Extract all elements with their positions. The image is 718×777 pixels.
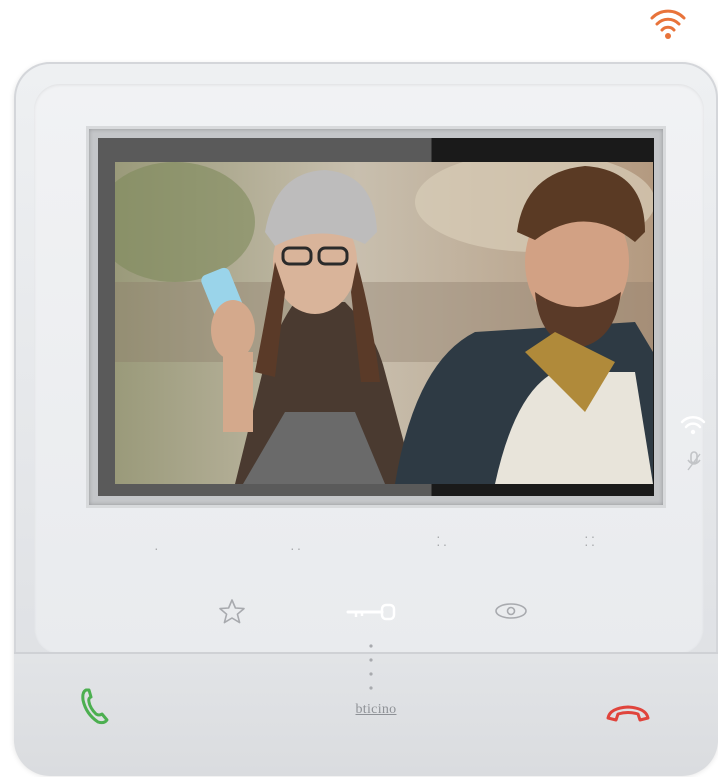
eye-icon bbox=[494, 603, 528, 624]
hangup-button[interactable] bbox=[604, 702, 652, 729]
hangup-icon bbox=[604, 705, 652, 728]
answer-button[interactable] bbox=[80, 686, 110, 731]
star-icon bbox=[218, 599, 246, 628]
phone-icon bbox=[80, 688, 110, 730]
view-button[interactable] bbox=[494, 602, 528, 625]
microphone-icon bbox=[686, 450, 702, 477]
wifi-icon bbox=[680, 414, 706, 441]
screen-frame bbox=[86, 126, 666, 508]
camera-feed bbox=[115, 162, 653, 484]
function-button-3-marker[interactable]: · ·· bbox=[436, 529, 449, 551]
divider-dots bbox=[368, 642, 374, 698]
function-button-1-marker[interactable]: · bbox=[154, 540, 161, 556]
key-icon bbox=[346, 603, 398, 626]
bottom-control-bar: bticino bbox=[14, 652, 718, 776]
function-button-4-marker[interactable]: ·· ·· bbox=[584, 529, 597, 551]
favorite-button[interactable] bbox=[218, 598, 246, 629]
door-lock-button[interactable] bbox=[346, 602, 398, 627]
display-screen bbox=[98, 138, 654, 496]
function-button-2-marker[interactable]: ·· bbox=[290, 540, 303, 556]
wifi-icon bbox=[648, 6, 688, 42]
video-intercom-device: · ·· · ·· ·· ·· bticino bbox=[14, 62, 718, 776]
brand-logo: bticino bbox=[355, 702, 397, 717]
